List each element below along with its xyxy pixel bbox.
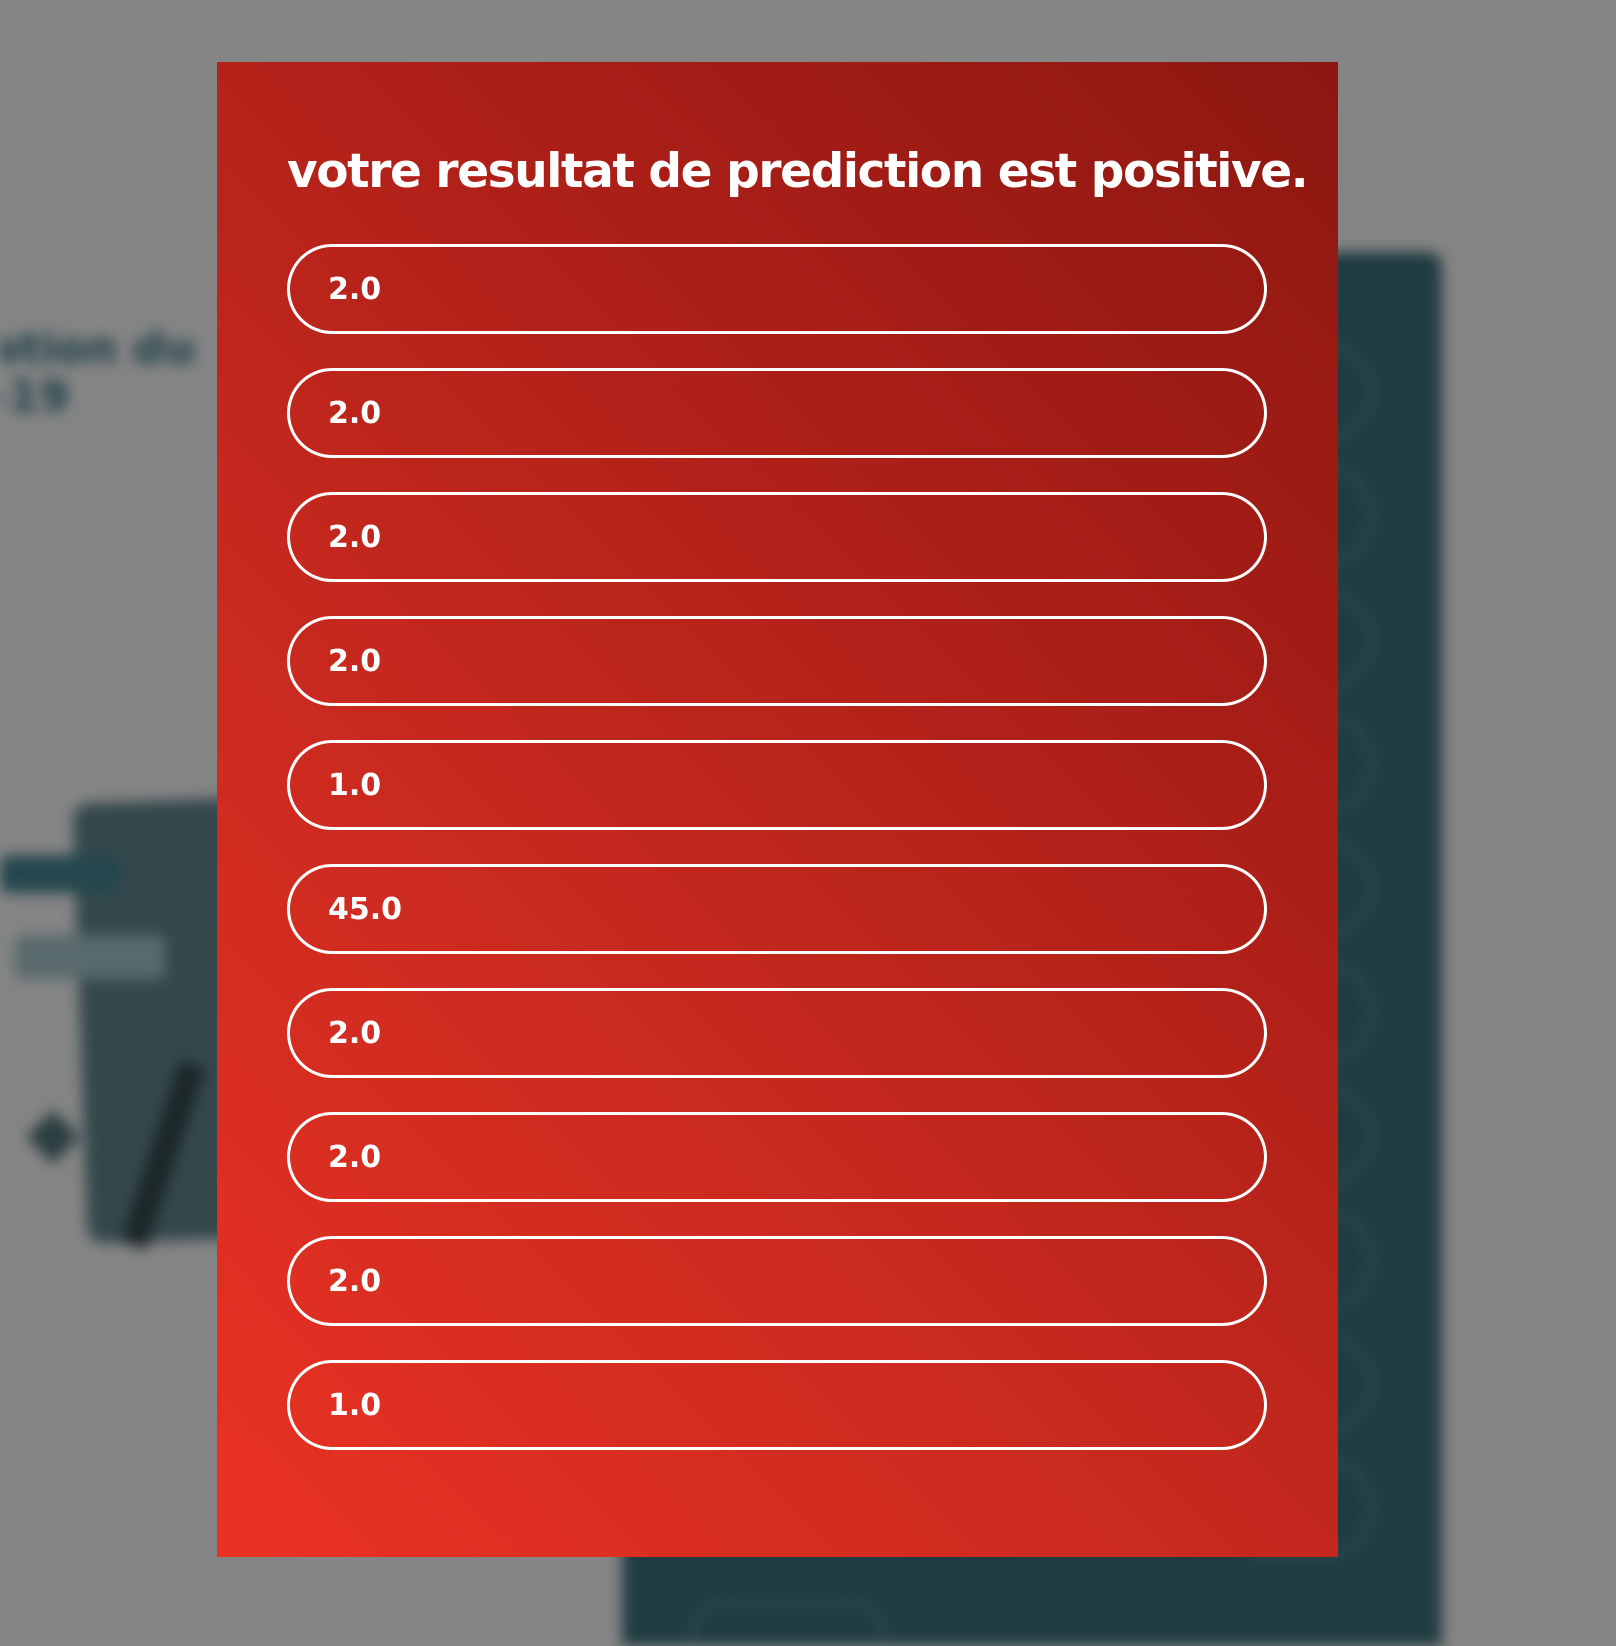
result-field-7[interactable] xyxy=(287,988,1267,1078)
modal-title: votre resultat de prediction est positiv… xyxy=(287,144,1309,199)
background-illustration-bar xyxy=(0,855,120,893)
background-heading-line-1: ation du xyxy=(0,323,196,374)
result-field-10[interactable] xyxy=(287,1360,1267,1450)
background-submit-button xyxy=(690,1600,886,1646)
result-field-3[interactable] xyxy=(287,492,1267,582)
background-diamond-shape xyxy=(26,1110,80,1164)
background-heading: ation du -19 xyxy=(0,323,250,421)
background-heading-line-2: -19 xyxy=(0,371,70,422)
result-field-1[interactable] xyxy=(287,244,1267,334)
result-field-8[interactable] xyxy=(287,1112,1267,1202)
prediction-result-modal: votre resultat de prediction est positiv… xyxy=(217,62,1338,1557)
result-field-5[interactable] xyxy=(287,740,1267,830)
result-field-4[interactable] xyxy=(287,616,1267,706)
result-field-9[interactable] xyxy=(287,1236,1267,1326)
background-illustration-label xyxy=(15,935,165,979)
result-field-2[interactable] xyxy=(287,368,1267,458)
result-field-6[interactable] xyxy=(287,864,1267,954)
result-field-list xyxy=(287,244,1268,1450)
